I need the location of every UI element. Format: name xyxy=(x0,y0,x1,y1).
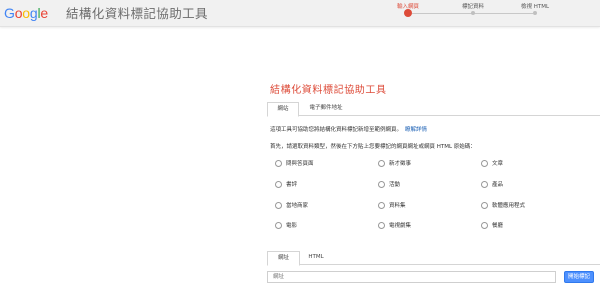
radio-button[interactable] xyxy=(378,181,385,188)
data-type-label: 書評 xyxy=(286,182,298,188)
step-dot-tag-data xyxy=(471,11,475,15)
radio-button[interactable] xyxy=(481,202,488,209)
page-title: 結構化資料標記協助工具 xyxy=(270,85,387,96)
url-input[interactable] xyxy=(267,271,556,283)
learn-more-link[interactable]: 瞭解詳情 xyxy=(405,127,427,133)
data-type-label: 軟體應用程式 xyxy=(492,203,526,209)
radio-button[interactable] xyxy=(378,160,385,167)
data-type-label: 活動 xyxy=(389,182,401,188)
tab-url[interactable]: 網址 xyxy=(267,251,300,266)
radio-button[interactable] xyxy=(275,181,282,188)
instruction-text: 首先，請選取資料類型，然後在下方貼上您要標記的網頁網址或網頁 HTML 原始碼： xyxy=(270,144,476,150)
data-type-label: 電影 xyxy=(286,223,298,229)
radio-button[interactable] xyxy=(275,202,282,209)
data-type-label: 新才徵事 xyxy=(389,161,412,167)
data-type-label: 餐廳 xyxy=(492,223,504,229)
radio-button[interactable] xyxy=(481,181,488,188)
data-type-label: 產品 xyxy=(492,182,504,188)
source-tabs: 網址 HTML xyxy=(267,251,600,266)
progress-stepper: 輸入網頁 標記資料 檢視 HTML xyxy=(0,0,600,27)
step-dot-enter-page xyxy=(404,9,412,17)
radio-button[interactable] xyxy=(378,222,385,229)
data-type-label: 當地商家 xyxy=(286,203,309,209)
start-tagging-button[interactable]: 開始標記 xyxy=(564,271,594,283)
step-label-tag-data: 標記資料 xyxy=(461,4,485,10)
data-type-label: 文章 xyxy=(492,161,504,167)
tab-website[interactable]: 網站 xyxy=(267,102,299,117)
top-bar: Google 結構化資料標記協助工具 輸入網頁 標記資料 檢視 HTML xyxy=(0,0,600,27)
data-type-label: 電視劇集 xyxy=(389,223,412,229)
radio-button[interactable] xyxy=(275,222,282,229)
radio-button[interactable] xyxy=(275,160,282,167)
data-type-label: 資料集 xyxy=(389,203,406,209)
step-label-view-html: 檢視 HTML xyxy=(520,4,550,10)
step-dot-view-html xyxy=(533,11,537,15)
radio-button[interactable] xyxy=(481,222,488,229)
description-text: 這項工具可協助您將結構化資料標記新增至範例網頁。 xyxy=(270,127,403,133)
tool-description: 這項工具可協助您將結構化資料標記新增至範例網頁。 瞭解詳情 xyxy=(270,125,427,133)
tab-email[interactable]: 電子郵件地址 xyxy=(301,102,351,117)
data-type-label: 問與答頁面 xyxy=(286,161,314,167)
radio-button[interactable] xyxy=(481,160,488,167)
tab-html[interactable]: HTML xyxy=(302,251,330,266)
input-type-tabs: 網站 電子郵件地址 xyxy=(267,102,600,117)
radio-button[interactable] xyxy=(378,202,385,209)
